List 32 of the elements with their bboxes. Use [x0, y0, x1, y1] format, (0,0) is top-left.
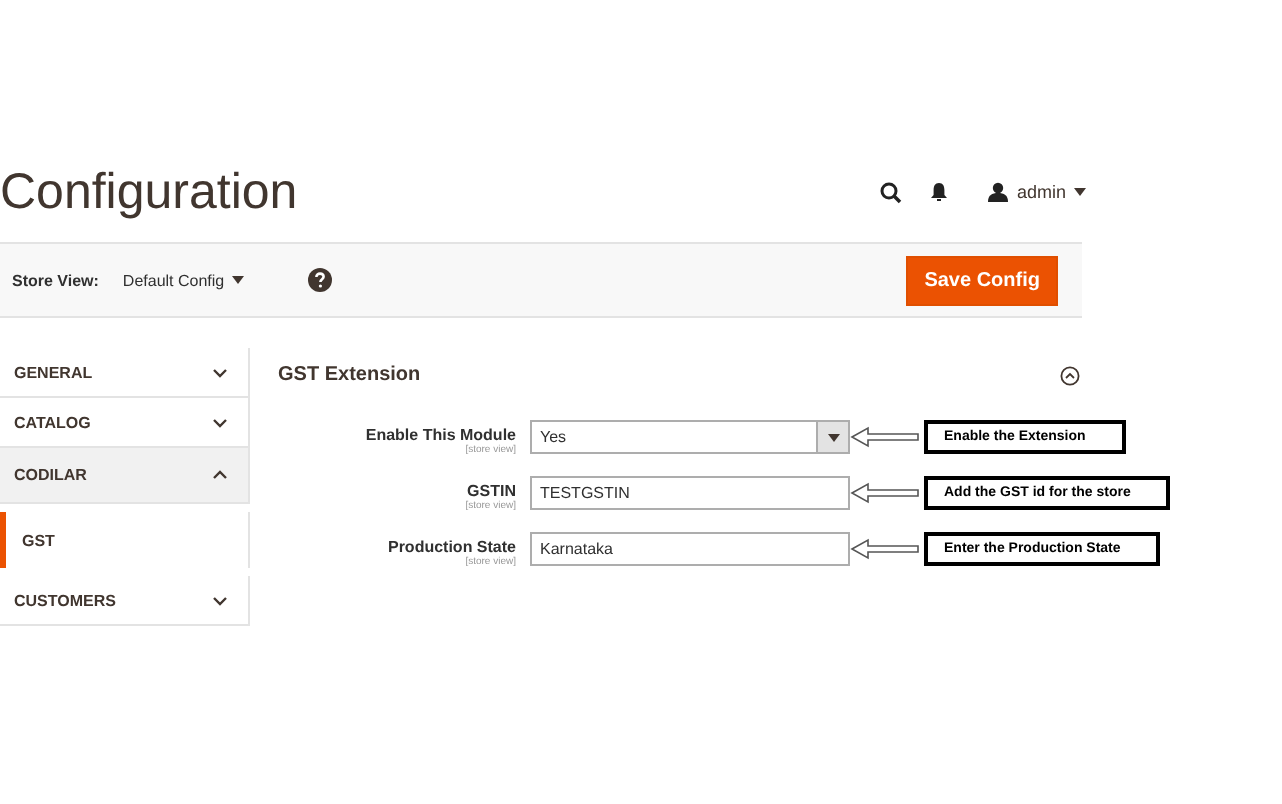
input-field[interactable]: Karnataka [530, 532, 850, 566]
store-view-dropdown[interactable]: Default Config [122, 271, 245, 289]
arrow-icon [850, 538, 920, 560]
save-config-button[interactable]: Save Config [906, 255, 1058, 305]
field-label: Enable This Module [365, 426, 516, 444]
chevron-down-icon [212, 595, 228, 605]
caret-icon [232, 276, 245, 284]
dropdown-caret-icon [827, 433, 839, 441]
arrow-icon [850, 426, 920, 448]
chevron-down-icon [212, 417, 228, 427]
bell-icon[interactable] [930, 182, 949, 202]
field-label: GSTIN [467, 482, 516, 500]
field-label: Production State [387, 538, 516, 556]
help-icon[interactable] [308, 268, 333, 292]
chevron-up-icon [212, 470, 228, 480]
section-title[interactable]: GST Extension [278, 364, 421, 386]
page-title: Configuration [0, 163, 300, 221]
user-icon [988, 182, 1009, 202]
input-field[interactable]: TESTGSTIN [530, 476, 850, 510]
chevron-down-icon [212, 367, 228, 377]
sidebar-tab[interactable]: CUSTOMERS [0, 576, 250, 626]
sidebar-subitem[interactable]: GST [0, 512, 250, 568]
user-menu[interactable]: admin [988, 182, 1086, 202]
select-field[interactable]: Yes [530, 420, 850, 454]
sidebar-tab[interactable]: GENERAL [0, 348, 250, 398]
store-view-label: Store View: [12, 271, 99, 289]
sidebar-tab[interactable]: CATALOG [0, 398, 250, 448]
sidebar-tab[interactable]: CODILAR [0, 448, 250, 504]
arrow-icon [850, 482, 920, 504]
collapse-icon[interactable] [1060, 365, 1080, 385]
search-icon[interactable] [880, 181, 903, 203]
caret-icon [1074, 188, 1086, 196]
